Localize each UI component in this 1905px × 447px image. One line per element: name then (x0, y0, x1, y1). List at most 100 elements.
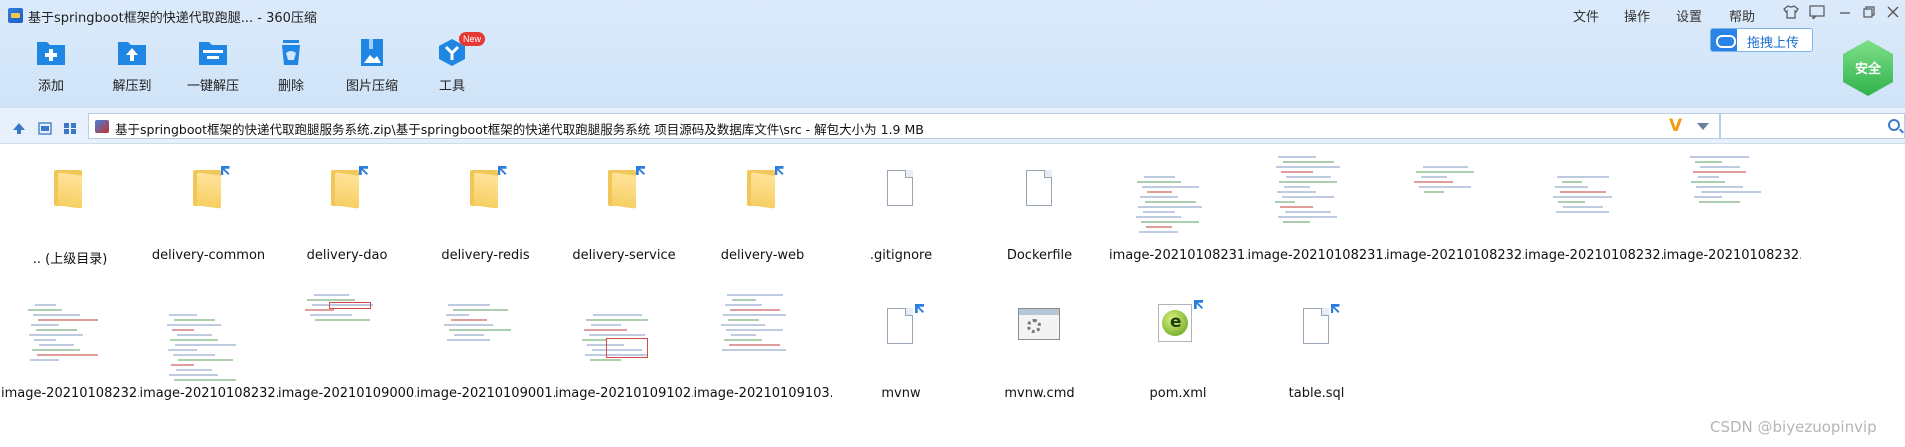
top-toolbar-area: 基于springboot框架的快递代取跑腿... - 360压缩 文件 操作 设… (0, 0, 1905, 108)
file-name-label: image-20210108231... (1247, 248, 1386, 263)
close-icon[interactable] (1884, 5, 1902, 23)
file-item[interactable]: image-20210108232... (1525, 146, 1663, 266)
file-item[interactable]: image-20210109001... (417, 284, 555, 404)
file-item[interactable]: image-20210108232... (140, 284, 278, 404)
image-thumbnail (1682, 148, 1782, 242)
file-name-label: delivery-service (572, 248, 676, 263)
file-grid: .. (上级目录) delivery-common delivery-dao deli… (0, 146, 1905, 447)
address-bar-row: 基于springboot框架的快递代取跑腿服务系统.zip\基于springbo… (0, 108, 1905, 144)
menu-operate[interactable]: 操作 (1624, 6, 1650, 25)
search-icon[interactable] (1888, 119, 1900, 131)
file-name-label: Dockerfile (1006, 248, 1073, 263)
address-path-text: 基于springboot框架的快递代取跑腿服务系统.zip\基于springbo… (115, 122, 924, 137)
file-name-label: mvnw (881, 386, 921, 401)
file-name-label: image-20210108232... (1524, 248, 1663, 263)
file-item[interactable]: mvnw.cmd (971, 284, 1109, 404)
file-item[interactable]: image-20210108231... (1109, 146, 1247, 266)
file-item[interactable]: image-20210108231... (1248, 146, 1386, 266)
shortcut-arrow-icon (636, 166, 649, 179)
menu-settings[interactable]: 设置 (1676, 6, 1702, 25)
image-thumbnail (574, 286, 674, 380)
image-thumbnail (713, 286, 813, 380)
extract-to-icon (117, 38, 147, 66)
file-name-label: .. (上级目录) (32, 252, 108, 267)
file-item[interactable]: table.sql (1248, 284, 1386, 404)
new-badge: New (459, 32, 486, 46)
title-bar: 基于springboot框架的快递代取跑腿... - 360压缩 文件 操作 设… (0, 0, 1905, 30)
window-title: 基于springboot框架的快递代取跑腿... - 360压缩 (28, 11, 317, 26)
folder-icon (297, 148, 397, 242)
detail-view-icon[interactable] (38, 120, 52, 135)
file-name-label: image-20210108232... (139, 386, 278, 401)
folder-icon (20, 148, 120, 242)
file-item[interactable]: Dockerfile (971, 146, 1109, 266)
folder-icon (713, 148, 813, 242)
skin-shirt-icon[interactable] (1782, 5, 1800, 23)
file-name-label: pom.xml (1149, 386, 1207, 401)
document-icon (851, 148, 951, 242)
file-item[interactable]: image-20210108232... (1663, 146, 1801, 266)
file-item[interactable]: image-20210108232... (1, 284, 139, 404)
file-name-label: image-20210108231... (1109, 248, 1247, 263)
document-icon (1267, 286, 1367, 380)
folder-icon (159, 148, 259, 242)
menu-file[interactable]: 文件 (1573, 6, 1599, 25)
extract-to-button[interactable]: 解压到 (89, 38, 175, 96)
file-item[interactable]: image-20210109103... (694, 284, 832, 404)
search-box[interactable] (1720, 113, 1905, 139)
file-name-label: delivery-common (151, 248, 266, 263)
thumbnail-view-icon[interactable] (63, 120, 77, 134)
file-name-label: .gitignore (869, 248, 933, 263)
menu-help[interactable]: 帮助 (1729, 6, 1755, 25)
cloud-upload-icon (1711, 29, 1737, 51)
file-name-label: table.sql (1288, 386, 1345, 401)
folder-icon (574, 148, 674, 242)
minimize-icon[interactable] (1836, 5, 1854, 23)
eclipse-xml-icon (1128, 286, 1228, 380)
file-item[interactable]: delivery-web (694, 146, 832, 266)
file-item[interactable]: image-20210108232... (1386, 146, 1524, 266)
app-archive-icon (8, 8, 23, 23)
shortcut-arrow-icon (359, 166, 372, 179)
up-level-arrow-icon[interactable] (12, 120, 26, 134)
image-thumbnail (1405, 148, 1505, 242)
file-item[interactable]: image-20210109000... (278, 284, 416, 404)
delete-button[interactable]: 删除 (248, 38, 334, 96)
image-thumbnail (159, 286, 259, 381)
restore-window-icon[interactable] (1860, 5, 1878, 23)
feedback-message-icon[interactable] (1808, 5, 1826, 23)
file-name-label: image-20210109103... (693, 386, 832, 401)
tools-button[interactable]: 工具 New (409, 32, 495, 96)
drag-upload-button[interactable]: 拖拽上传 (1710, 28, 1813, 52)
image-compress-icon (357, 38, 387, 66)
file-item[interactable]: delivery-dao (278, 146, 416, 266)
shortcut-arrow-icon (915, 304, 928, 317)
file-name-label: image-20210108232... (1663, 248, 1801, 263)
add-button[interactable]: 添加 (8, 38, 94, 96)
file-name-label: mvnw.cmd (1004, 386, 1075, 401)
file-item[interactable]: mvnw (832, 284, 970, 404)
image-thumbnail (297, 286, 397, 380)
cmd-gear-icon (990, 286, 1090, 380)
file-item[interactable]: pom.xml (1109, 284, 1247, 404)
file-item[interactable]: delivery-service (555, 146, 693, 266)
file-name-label: delivery-web (720, 248, 805, 263)
image-thumbnail (1544, 148, 1644, 242)
file-name-label: image-20210109000... (278, 386, 416, 401)
shortcut-arrow-icon (221, 166, 234, 179)
chevron-down-icon[interactable] (1697, 123, 1709, 130)
file-item[interactable]: .gitignore (832, 146, 970, 266)
delete-icon (276, 38, 306, 66)
file-item[interactable]: image-20210109102... (555, 284, 693, 404)
address-path-field[interactable]: 基于springboot框架的快递代取跑腿服务系统.zip\基于springbo… (88, 113, 1720, 139)
file-name-label: image-20210108232... (1386, 248, 1524, 263)
one-click-extract-icon (198, 38, 228, 66)
search-input[interactable] (1725, 117, 1875, 135)
file-item[interactable]: .. (上级目录) (1, 146, 139, 267)
file-item[interactable]: delivery-common (140, 146, 278, 266)
image-compress-button[interactable]: 图片压缩 (329, 38, 415, 96)
file-item[interactable]: delivery-redis (417, 146, 555, 266)
security-shield-badge[interactable]: 安全 (1843, 40, 1893, 96)
one-click-extract-button[interactable]: 一键解压 (170, 38, 256, 96)
watermark-text: CSDN @biyezuopinvip (1710, 418, 1877, 436)
